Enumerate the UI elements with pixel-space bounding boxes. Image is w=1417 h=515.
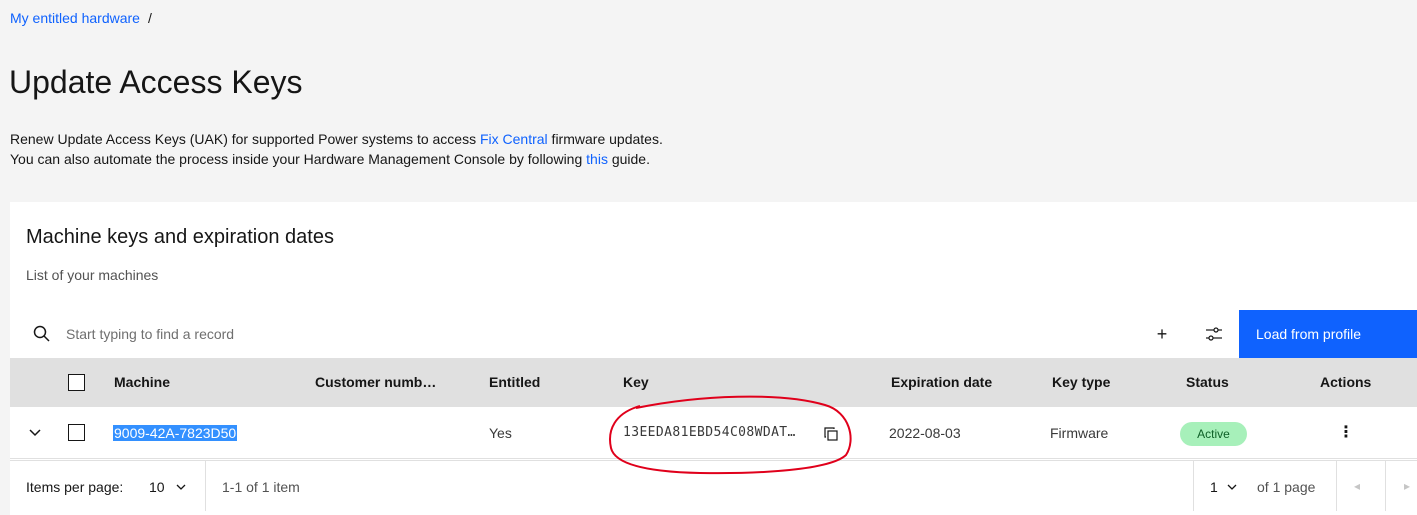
table-toolbar: + Load from profile — [10, 310, 1417, 358]
next-page-button[interactable]: ▸ — [1404, 479, 1410, 493]
cell-machine[interactable]: 9009-42A-7823D50 — [113, 425, 238, 441]
header-actions: Actions — [1320, 374, 1372, 390]
header-entitled[interactable]: Entitled — [489, 374, 540, 390]
card-title: Machine keys and expiration dates — [26, 226, 334, 248]
header-status[interactable]: Status — [1186, 374, 1229, 390]
previous-page-button[interactable]: ◂ — [1354, 479, 1360, 493]
select-all-checkbox[interactable] — [68, 374, 85, 391]
header-key-type[interactable]: Key type — [1052, 374, 1110, 390]
pagination: Items per page: 10 1-1 of 1 item 1 of 1 … — [10, 460, 1417, 511]
table-header: Machine Customer numb… Entitled Key Expi… — [10, 358, 1417, 407]
cell-expiration-date: 2022-08-03 — [889, 425, 961, 441]
breadcrumb: My entitled hardware / — [10, 10, 152, 26]
chevron-down-icon[interactable] — [175, 481, 187, 493]
page-title: Update Access Keys — [9, 64, 303, 100]
page-select[interactable]: 1 — [1210, 479, 1218, 495]
page-count: of 1 page — [1257, 479, 1316, 495]
divider — [1193, 461, 1194, 511]
description-text: You can also automate the process inside… — [10, 151, 587, 167]
add-icon[interactable]: + — [1150, 322, 1174, 346]
header-expiration-date[interactable]: Expiration date — [891, 374, 992, 390]
header-machine[interactable]: Machine — [114, 374, 170, 390]
fix-central-link[interactable]: Fix Central — [480, 131, 548, 147]
status-badge: Active — [1180, 422, 1247, 446]
breadcrumb-separator: / — [147, 10, 152, 26]
description-line-2: You can also automate the process inside… — [10, 149, 663, 169]
copy-icon[interactable] — [823, 426, 839, 442]
divider — [1385, 461, 1386, 511]
description-text: guide. — [607, 151, 650, 167]
card-subtitle: List of your machines — [26, 267, 159, 283]
items-per-page-label: Items per page: — [26, 479, 124, 495]
description-text: firmware updates. — [547, 131, 663, 147]
row-checkbox[interactable] — [68, 424, 85, 441]
items-per-page-select[interactable]: 10 — [149, 479, 165, 495]
cell-key-type: Firmware — [1050, 425, 1109, 441]
search-input[interactable] — [66, 322, 666, 346]
load-from-profile-button[interactable]: Load from profile — [1239, 310, 1417, 358]
guide-link[interactable]: this — [586, 151, 608, 167]
search-icon — [33, 325, 50, 342]
table-row[interactable]: 9009-42A-7823D50 Yes 13EEDA81EBD54C08WDA… — [10, 407, 1417, 459]
description-text: Renew Update Access Keys (UAK) for suppo… — [10, 131, 480, 147]
header-customer-number[interactable]: Customer numb… — [315, 374, 436, 390]
page-description: Renew Update Access Keys (UAK) for suppo… — [10, 129, 663, 169]
divider — [1336, 461, 1337, 511]
cell-key: 13EEDA81EBD54C08WDAT… — [623, 425, 796, 440]
chevron-down-icon[interactable] — [28, 425, 42, 439]
machine-keys-card: Machine keys and expiration dates List o… — [10, 202, 1417, 515]
cell-entitled: Yes — [489, 425, 512, 441]
machine-id[interactable]: 9009-42A-7823D50 — [113, 425, 238, 441]
description-line-1: Renew Update Access Keys (UAK) for suppo… — [10, 129, 663, 149]
divider — [205, 461, 206, 511]
chevron-down-icon[interactable] — [1226, 481, 1238, 493]
header-key[interactable]: Key — [623, 374, 649, 390]
overflow-menu-icon[interactable]: ⋮ — [1338, 423, 1354, 443]
item-range: 1-1 of 1 item — [222, 479, 300, 495]
settings-icon[interactable] — [1202, 322, 1226, 346]
breadcrumb-link-entitled-hardware[interactable]: My entitled hardware — [10, 10, 140, 26]
